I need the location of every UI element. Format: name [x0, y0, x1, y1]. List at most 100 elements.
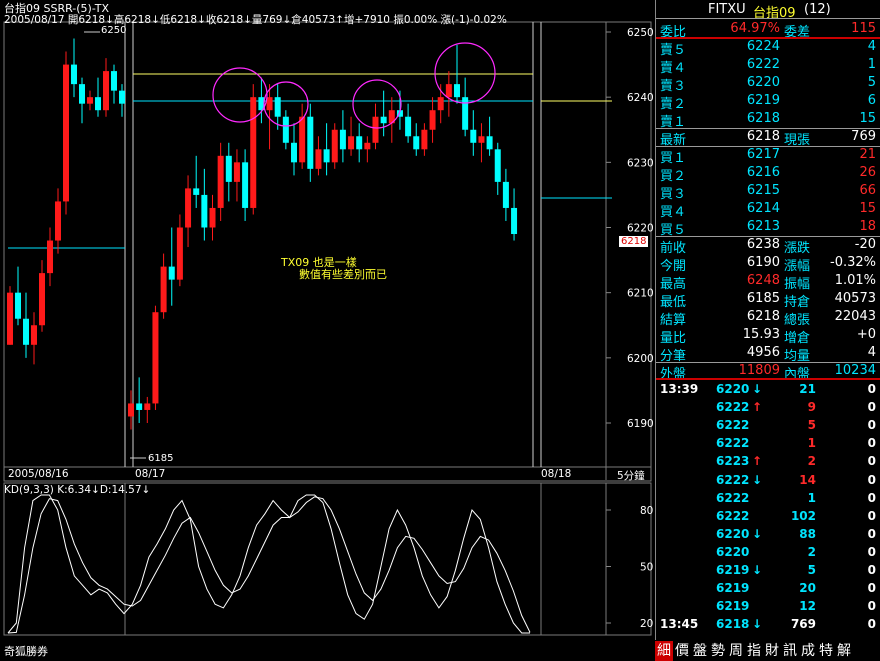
candle-body	[331, 129, 338, 163]
period-label[interactable]: 5分鐘	[617, 468, 645, 483]
panel-count: (12)	[804, 2, 831, 17]
bottom-tab-7[interactable]: 財	[763, 641, 781, 661]
tick-arrow-icon: ↓	[752, 563, 763, 577]
ask-row-1-price: 6224	[746, 39, 780, 54]
ask-row-1: 賣５ 6224 4	[656, 38, 880, 58]
bottom-tab-2[interactable]: 價	[673, 641, 691, 661]
tick-count: 0	[867, 563, 876, 577]
candle-body	[103, 71, 109, 111]
tick-arrow-icon: ↓	[752, 526, 763, 541]
tick-row: 6219 20 0	[656, 579, 880, 597]
bid-row-3: 買３ 6215 66	[656, 182, 880, 202]
tick-row: 13:39 6220 ↓ 21 0	[656, 380, 880, 398]
kd-d-line	[7, 496, 531, 634]
tick-row: 6222 ↑ 9 0	[656, 398, 880, 416]
chart-canvas[interactable]: 6190 6200 6210 6220 6230 6240 6250 20 50 80	[0, 0, 655, 660]
candles	[7, 38, 518, 430]
candle-body	[250, 97, 257, 208]
candle-body	[225, 155, 232, 182]
low-marker-label: 6185	[148, 453, 174, 464]
candle-body	[47, 240, 53, 274]
tick-time: 13:39	[660, 382, 699, 396]
bottom-tab-1[interactable]: 細	[655, 641, 673, 661]
tick-count: 0	[867, 400, 876, 415]
price-tick-label: 6230	[627, 157, 654, 169]
candle-body	[413, 136, 420, 150]
ask-row-3: 賣３ 6220 5	[656, 74, 880, 94]
stat-value: 1.01%	[834, 273, 876, 288]
tick-row: 6219 12 0	[656, 597, 880, 615]
bid-row-4: 買４ 6214 15	[656, 200, 880, 220]
tick-qty: 9	[807, 400, 816, 415]
candle-body	[462, 97, 469, 130]
panel-title: FITXU 台指09 (12)	[656, 1, 880, 21]
tick-count: 0	[867, 617, 876, 632]
tick-qty: 769	[790, 617, 816, 632]
bid-row-4-price: 6214	[746, 201, 780, 216]
stat-value: 6185	[746, 291, 780, 306]
bottom-tab-3[interactable]: 盤	[691, 641, 709, 661]
tick-price: 6222	[716, 472, 750, 487]
kd-tick-label: 50	[640, 562, 653, 574]
bottom-tab-11[interactable]: 解	[835, 641, 853, 661]
bottom-tab-6[interactable]: 指	[745, 641, 763, 661]
candle-body	[71, 64, 77, 85]
bid-row-1-price: 6217	[746, 147, 780, 162]
panel-symbol: FITXU	[708, 2, 746, 17]
last-vol: 769	[851, 129, 876, 144]
candle-body	[111, 71, 117, 91]
candle-body	[348, 136, 355, 150]
tick-row: 6222 ↓ 14 0	[656, 471, 880, 489]
bottom-tab-9[interactable]: 成	[799, 641, 817, 661]
candle-body	[160, 266, 167, 313]
tick-count: 0	[867, 544, 876, 559]
outer-value: 11809	[738, 363, 780, 378]
candle-body	[39, 273, 45, 326]
ask-row-2-price: 6222	[746, 57, 780, 72]
candle-body	[364, 142, 371, 150]
candle-body	[152, 312, 159, 404]
candle-body	[242, 162, 249, 208]
ask-row-3-qty: 5	[867, 75, 876, 90]
tick-count: 0	[867, 599, 876, 614]
tick-price: 6222	[716, 418, 750, 433]
tick-qty: 20	[799, 581, 816, 596]
tick-qty: 88	[799, 526, 816, 541]
bottom-tab-5[interactable]: 周	[727, 641, 745, 661]
candle-body	[421, 129, 428, 150]
kd-axis: 20 50 80	[606, 505, 653, 630]
bid-row-5: 買５ 6213 18	[656, 218, 880, 238]
bid-row-3-qty: 66	[859, 183, 876, 198]
candle-body	[494, 149, 501, 182]
candle-body	[323, 149, 330, 163]
stat-row: 結算 6218 總張 22043	[656, 308, 880, 328]
ask-row-2-qty: 1	[867, 57, 876, 72]
bottom-tab-4[interactable]: 勢	[709, 641, 727, 661]
tick-row: 6220 2 0	[656, 543, 880, 561]
tick-count: 0	[867, 418, 876, 433]
last-price: 6218	[746, 129, 780, 144]
candle-body	[266, 97, 273, 111]
tick-count: 0	[867, 436, 876, 451]
current-price-box: 6218	[619, 236, 649, 247]
candle-body	[15, 292, 21, 319]
tick-price: 6222	[716, 436, 750, 451]
price-tick-label: 6240	[627, 92, 654, 104]
candle-body	[23, 318, 29, 345]
candle-body	[144, 403, 151, 410]
ask-row-5: 賣１ 6218 15	[656, 110, 880, 130]
bottom-tab-10[interactable]: 特	[817, 641, 835, 661]
candle-body	[233, 162, 240, 182]
tick-arrow-icon: ↑	[752, 400, 763, 415]
stat-row: 量比 15.93 增倉 +0	[656, 326, 880, 346]
ask-row-4-price: 6219	[746, 93, 780, 108]
tick-qty: 5	[807, 563, 816, 577]
tick-qty: 1	[807, 490, 816, 505]
bottom-tab-8[interactable]: 訊	[781, 641, 799, 661]
bid-row-3-price: 6215	[746, 183, 780, 198]
bottom-tabs: 細價盤勢周指財訊成特解	[655, 640, 880, 661]
tick-price: 6222	[716, 400, 750, 415]
tick-row: 6222 5 0	[656, 416, 880, 434]
candle-body	[87, 97, 93, 104]
ratio-value: 64.97%	[730, 21, 780, 36]
